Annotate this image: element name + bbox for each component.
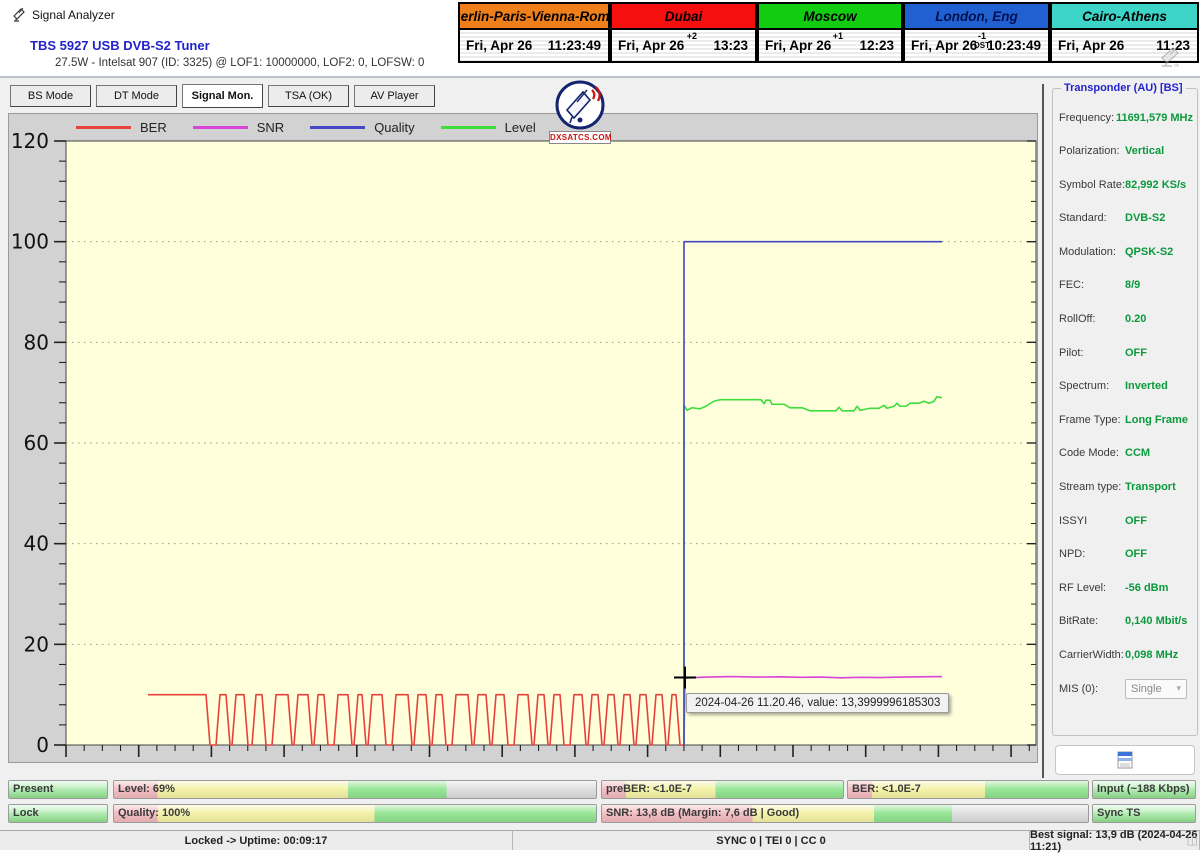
tp-row-frequency: Frequency:11691,579 MHz: [1059, 107, 1193, 128]
resize-grip[interactable]: ◫: [1187, 833, 1198, 847]
app-window-button[interactable]: [1055, 745, 1195, 775]
svg-text:dx: dx: [1174, 63, 1180, 68]
quality-bar: Quality: 100%: [113, 804, 597, 823]
clock-time-value: 12:23: [859, 38, 894, 53]
satellite-dish-icon: [12, 6, 28, 27]
tp-row-pilot: Pilot:OFF: [1059, 342, 1193, 363]
dxsatcs-logo-text: DXSATCS.COM: [549, 131, 611, 144]
clock-city-berlin: Berlin-Paris-Vienna-Roma: [458, 2, 610, 29]
tp-row-standard: Standard:DVB-S2: [1059, 208, 1193, 229]
mis-selected-value: Single: [1131, 683, 1162, 695]
clock-time-value: 10:23:49: [987, 38, 1041, 53]
clock-city-cairo: Cairo-Athens: [1050, 2, 1199, 29]
clock-time-dubai: Fri, Apr 26 +2 13:23: [610, 29, 757, 63]
transponder-rows: Frequency:11691,579 MHz Polarization:Ver…: [1059, 107, 1193, 712]
tab-signal-mon[interactable]: Signal Mon.: [182, 84, 263, 108]
app-window-icon: [1117, 751, 1133, 769]
tab-tsa[interactable]: TSA (OK): [268, 85, 349, 107]
tp-row-rf-level: RF Level:-56 dBm: [1059, 577, 1193, 598]
transponder-panel: Transponder (AU) [BS] Frequency:11691,57…: [1050, 78, 1200, 830]
tp-row-polarization: Polarization:Vertical: [1059, 141, 1193, 162]
tp-row-symbol-rate: Symbol Rate:82,992 KS/s: [1059, 174, 1193, 195]
level-bar: Level: 69%: [113, 780, 597, 799]
tp-row-code-mode: Code Mode:CCM: [1059, 443, 1193, 464]
tab-bs-mode[interactable]: BS Mode: [10, 85, 91, 107]
clock-time-berlin: Fri, Apr 26 11:23:49: [458, 29, 610, 63]
svg-text:0: 0: [36, 733, 49, 757]
legend-line-snr: [193, 126, 248, 129]
tuner-name: TBS 5927 USB DVB-S2 Tuner: [30, 38, 210, 53]
clock-offset: +1: [833, 32, 843, 41]
transponder-title: Transponder (AU) [BS]: [1061, 82, 1186, 94]
mis-label: MIS (0):: [1059, 683, 1125, 695]
mis-select[interactable]: Single ▾: [1125, 679, 1187, 699]
tp-row-frame-type: Frame Type:Long Frame: [1059, 409, 1193, 430]
tp-row-bitrate: BitRate:0,140 Mbit/s: [1059, 611, 1193, 632]
legend-item-snr: SNR: [193, 120, 284, 135]
window-header: Signal Analyzer TBS 5927 USB DVB-S2 Tune…: [0, 0, 1200, 78]
tp-row-npd: NPD:OFF: [1059, 544, 1193, 565]
clock-date: Fri, Apr 26: [466, 38, 532, 53]
tab-dt-mode[interactable]: DT Mode: [96, 85, 177, 107]
tuner-details: 27.5W - Intelsat 907 (ID: 3325) @ LOF1: …: [55, 57, 424, 69]
snr-bar: SNR: 13,8 dB (Margin: 7,6 dB | Good): [601, 804, 1089, 823]
tp-row-mis: MIS (0): Single ▾: [1059, 678, 1193, 699]
tp-row-issyi: ISSYIOFF: [1059, 510, 1193, 531]
main-area: BS Mode DT Mode Signal Mon. TSA (OK) AV …: [0, 78, 1200, 830]
tp-row-rolloff: RollOff:0.20: [1059, 309, 1193, 330]
clock-time-value: 13:23: [713, 38, 748, 53]
tp-row-modulation: Modulation:QPSK-S2: [1059, 241, 1193, 262]
tp-row-stream-type: Stream type:Transport: [1059, 477, 1193, 498]
transponder-groupbox: Transponder (AU) [BS] Frequency:11691,57…: [1052, 88, 1198, 736]
clock-date: Fri, Apr 26: [765, 38, 831, 53]
chevron-down-icon: ▾: [1176, 683, 1181, 694]
svg-text:80: 80: [24, 330, 49, 354]
clock-city-london: London, Eng: [903, 2, 1050, 29]
legend-item-level: Level: [441, 120, 536, 135]
ber-bar: BER: <1.0E-7: [847, 780, 1089, 799]
tp-row-fec: FEC:8/9: [1059, 275, 1193, 296]
panel-splitter[interactable]: [1042, 84, 1044, 778]
svg-text:40: 40: [24, 532, 49, 556]
legend-line-quality: [310, 126, 365, 129]
clock-offset: +2: [687, 32, 697, 41]
clock-date: Fri, Apr 26: [911, 38, 977, 53]
footer-lock-uptime: Locked -> Uptime: 00:09:17: [0, 831, 513, 850]
tp-row-carrierwidth: CarrierWidth:0,098 MHz: [1059, 645, 1193, 666]
signal-chart[interactable]: 0 20 40 60 80 100 120: [9, 114, 1039, 764]
clock-time-london: Fri, Apr 26 -1DST 10:23:49: [903, 29, 1050, 63]
svg-text:100: 100: [11, 230, 49, 254]
clock-date: Fri, Apr 26: [618, 38, 684, 53]
preber-bar: preBER: <1.0E-7: [601, 780, 844, 799]
clock-city-dubai: Dubai: [610, 2, 757, 29]
chart-legend: BER SNR Quality Level: [76, 120, 536, 135]
sync-ts-indicator: Sync TS: [1092, 804, 1196, 823]
chart-tooltip: 2024-04-26 11.20.46, value: 13,399999618…: [686, 693, 949, 713]
legend-item-quality: Quality: [310, 120, 414, 135]
tab-av-player[interactable]: AV Player: [354, 85, 435, 107]
svg-text:20: 20: [24, 632, 49, 656]
clock-time-value: 11:23:49: [548, 38, 601, 53]
legend-line-ber: [76, 126, 131, 129]
tab-bar: BS Mode DT Mode Signal Mon. TSA (OK) AV …: [10, 85, 435, 108]
window-title: Signal Analyzer: [32, 8, 115, 22]
footer-sync-counters: SYNC 0 | TEI 0 | CC 0: [513, 831, 1030, 850]
clock-city-moscow: Moscow: [757, 2, 903, 29]
clock-time-moscow: Fri, Apr 26 +1 12:23: [757, 29, 903, 63]
world-clock: Berlin-Paris-Vienna-Roma Dubai Moscow Lo…: [458, 2, 1199, 63]
chart-panel: BER SNR Quality Level 0 20 40 60 80 100 120 20…: [8, 113, 1038, 763]
legend-item-ber: BER: [76, 120, 167, 135]
svg-text:120: 120: [11, 129, 49, 153]
footer-best-signal: Best signal: 13,9 dB (2024-04-26 11:21): [1030, 831, 1200, 850]
tp-row-spectrum: Spectrum:Inverted: [1059, 376, 1193, 397]
lock-indicator: Lock: [8, 804, 108, 823]
status-footer: Locked -> Uptime: 00:09:17 SYNC 0 | TEI …: [0, 830, 1200, 850]
svg-text:60: 60: [24, 431, 49, 455]
legend-line-level: [441, 126, 496, 129]
clock-date: Fri, Apr 26: [1058, 38, 1124, 53]
present-indicator: Present: [8, 780, 108, 799]
dish-watermark-icon: dx: [1158, 46, 1184, 73]
dxsatcs-logo: DXSATCS.COM: [549, 80, 611, 144]
input-indicator: Input (~188 Kbps): [1092, 780, 1196, 799]
